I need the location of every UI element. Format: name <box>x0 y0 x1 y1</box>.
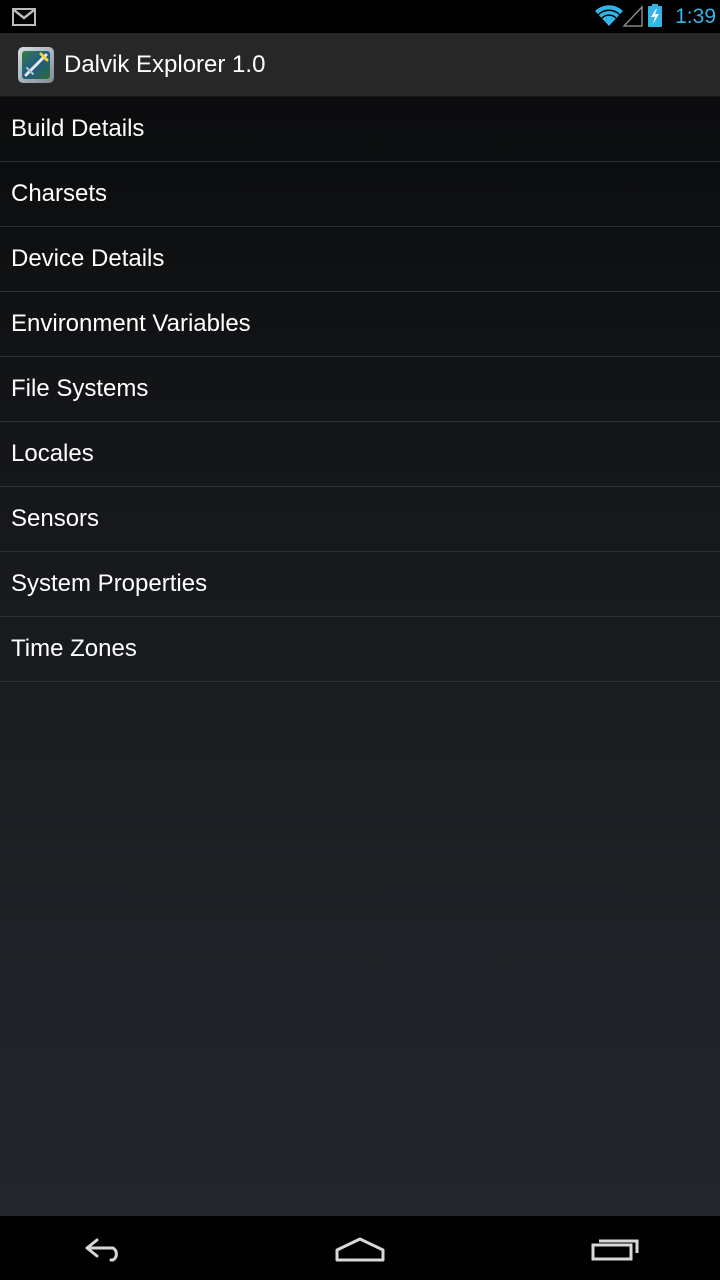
home-button[interactable] <box>300 1216 420 1280</box>
list-item-charsets[interactable]: Charsets <box>0 162 720 227</box>
battery-charging-icon <box>647 4 663 28</box>
list-item-device-details[interactable]: Device Details <box>0 227 720 292</box>
home-icon <box>335 1237 385 1262</box>
list-item-label: Sensors <box>11 505 100 532</box>
gmail-icon <box>12 8 36 26</box>
signal-icon <box>622 5 643 27</box>
list-item-label: Charsets <box>11 180 108 207</box>
list-item-label: System Properties <box>11 570 208 597</box>
list-item-time-zones[interactable]: Time Zones <box>0 617 720 682</box>
list-item-file-systems[interactable]: File Systems <box>0 357 720 422</box>
back-button[interactable] <box>47 1216 167 1280</box>
recent-apps-button[interactable] <box>555 1216 675 1280</box>
list-item-label: Environment Variables <box>11 310 251 337</box>
list-item-label: File Systems <box>11 375 149 402</box>
navigation-bar <box>0 1216 720 1280</box>
menu-list: Build Details Charsets Device Details En… <box>0 97 720 682</box>
screen: 1:39 Dalvik Explorer 1.0 Build Details C… <box>0 0 720 1280</box>
list-item-label: Build Details <box>11 115 145 142</box>
list-item-label: Device Details <box>11 245 165 272</box>
list-item-system-properties[interactable]: System Properties <box>0 552 720 617</box>
list-item-label: Locales <box>11 440 94 467</box>
list-item-build-details[interactable]: Build Details <box>0 97 720 162</box>
status-bar: 1:39 <box>0 0 720 33</box>
status-clock: 1:39 <box>675 5 716 28</box>
action-bar: Dalvik Explorer 1.0 <box>0 33 720 97</box>
main-content: Build Details Charsets Device Details En… <box>0 97 720 1216</box>
list-item-sensors[interactable]: Sensors <box>0 487 720 552</box>
list-item-label: Time Zones <box>11 635 137 662</box>
app-title: Dalvik Explorer 1.0 <box>64 51 266 78</box>
list-item-environment-variables[interactable]: Environment Variables <box>0 292 720 357</box>
recent-apps-icon <box>591 1239 639 1261</box>
wifi-icon <box>595 5 623 27</box>
dalvik-explorer-app-icon[interactable] <box>17 46 55 84</box>
list-item-locales[interactable]: Locales <box>0 422 720 487</box>
back-icon <box>85 1238 118 1262</box>
